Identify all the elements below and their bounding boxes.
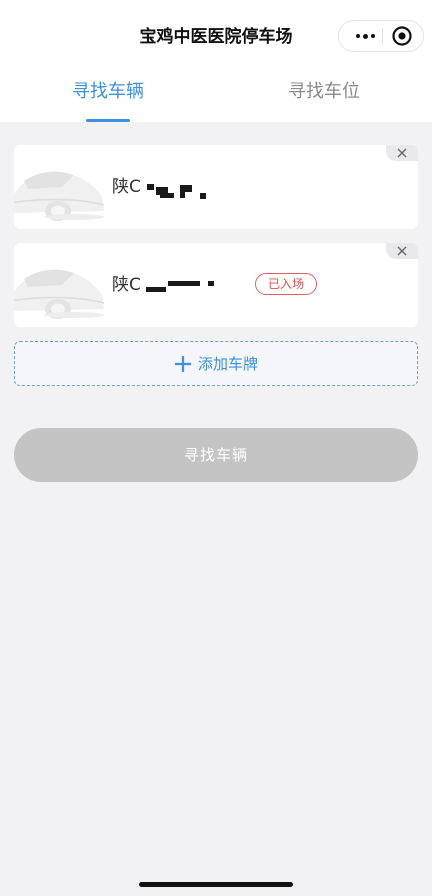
home-indicator (139, 882, 293, 887)
redacted-block (200, 193, 206, 199)
close-icon (397, 148, 407, 158)
add-plate-label: 添加车牌 (197, 355, 258, 373)
plus-icon (174, 355, 191, 372)
more-dots-icon[interactable] (348, 21, 382, 51)
target-icon[interactable] (391, 25, 413, 47)
car-icon (14, 269, 105, 319)
remove-vehicle-button[interactable] (386, 243, 418, 259)
mini-program-capsule (338, 20, 424, 52)
redacted-block (160, 193, 174, 198)
plate-prefix: 陕C (112, 177, 141, 197)
active-tab-indicator (86, 119, 130, 122)
redacted-block (180, 190, 185, 198)
plate-number: 陕C (112, 272, 141, 298)
plate-prefix: 陕C (112, 275, 141, 295)
find-vehicle-button[interactable]: 寻找车辆 (14, 428, 418, 482)
status-badge: 已入场 (255, 273, 317, 295)
close-icon (397, 246, 407, 256)
add-plate-button[interactable]: 添加车牌 (14, 341, 418, 386)
redacted-block (147, 184, 154, 190)
redacted-block (208, 281, 214, 286)
tab-find-space[interactable]: 寻找车位 (244, 78, 404, 106)
top-bar: 宝鸡中医医院停车场 寻找车辆 寻找车位 (0, 0, 432, 122)
remove-vehicle-button[interactable] (386, 145, 418, 161)
capsule-divider (382, 28, 383, 45)
car-icon (14, 171, 105, 221)
vehicle-card[interactable]: 陕C (14, 145, 418, 229)
plate-number: 陕C (112, 174, 141, 200)
redacted-block (146, 287, 166, 292)
redacted-block (168, 281, 200, 286)
vehicle-card[interactable]: 陕C 已入场 (14, 243, 418, 327)
tab-find-vehicle[interactable]: 寻找车辆 (28, 78, 188, 106)
